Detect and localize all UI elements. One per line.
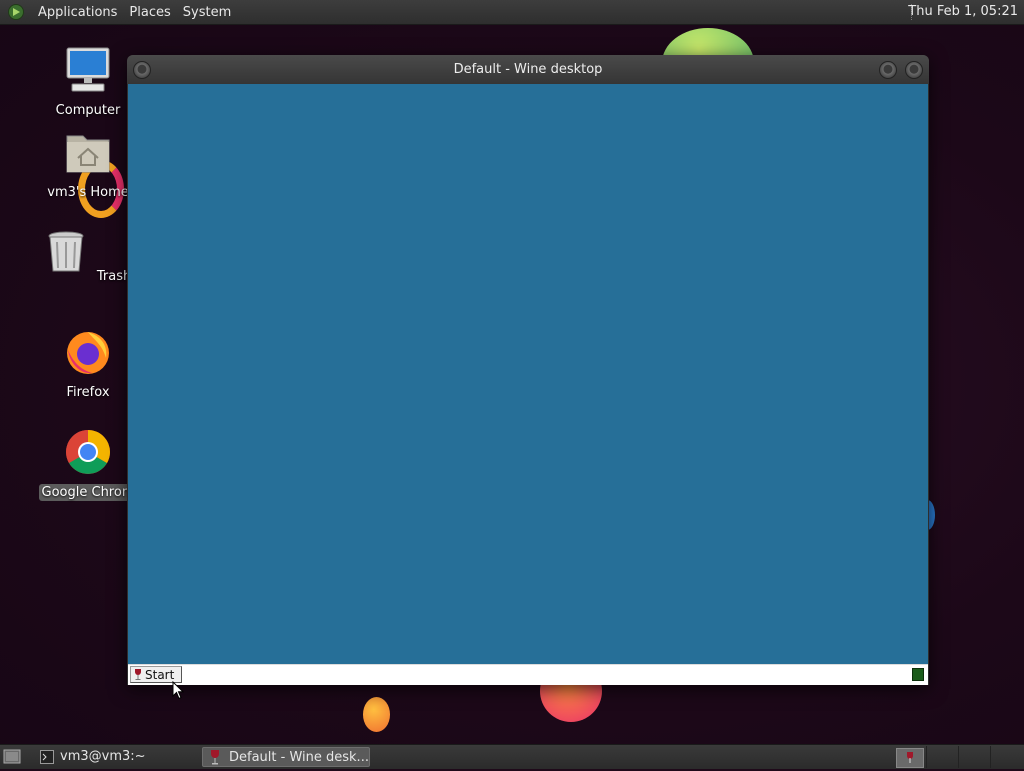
window-menu-button[interactable] [133, 61, 151, 79]
firefox-icon [67, 332, 109, 374]
computer-icon [66, 47, 110, 92]
home-folder-icon [66, 135, 110, 173]
desktop-icon-chrome[interactable]: Google Chrom [38, 428, 138, 501]
desktop-icon-label: Firefox [66, 385, 110, 400]
task-label: vm3@vm3:~ [60, 749, 146, 764]
chrome-icon [66, 430, 110, 474]
start-label: Start [145, 668, 175, 682]
system-menu[interactable]: System [177, 5, 237, 20]
workspace-2[interactable] [958, 746, 991, 768]
wallpaper-blob-orange-small [363, 697, 390, 732]
taskbar-terminal[interactable]: vm3@vm3:~ [34, 747, 194, 767]
desktop-icon-label: vm3's Home [47, 185, 129, 200]
workspace-3[interactable] [990, 746, 1023, 768]
show-desktop-icon[interactable] [3, 748, 21, 766]
mouse-cursor-icon [172, 681, 184, 700]
desktop-icon-computer[interactable]: Computer [38, 46, 138, 119]
mate-logo-icon[interactable] [8, 4, 24, 20]
task-label: Default - Wine desk... [229, 750, 369, 765]
wine-desktop-window: Default - Wine desktop Start [127, 55, 929, 685]
bottom-panel: vm3@vm3:~ Default - Wine desk... [0, 744, 1024, 769]
systray-indicator-icon[interactable] [912, 668, 924, 681]
wine-taskbar: Start [128, 664, 928, 685]
top-panel: Applications Places System Thu Feb 1, 05… [0, 0, 1024, 25]
desktop-icon-label: Google Chrom [38, 484, 138, 501]
window-title: Default - Wine desktop [453, 62, 603, 77]
terminal-icon [40, 750, 54, 764]
applications-menu[interactable]: Applications [32, 5, 123, 20]
workspace-1[interactable] [926, 746, 959, 768]
clock[interactable]: Thu Feb 1, 05:21 [908, 4, 1018, 19]
desktop-icon-trash[interactable]: Trash [38, 228, 138, 285]
maximize-button[interactable] [905, 61, 923, 79]
desktop-icon-home[interactable]: vm3's Home [38, 128, 138, 201]
wine-glass-icon [134, 668, 142, 680]
window-titlebar[interactable]: Default - Wine desktop [127, 55, 929, 84]
wine-icon [211, 750, 219, 765]
taskbar-wine-desktop[interactable]: Default - Wine desk... [202, 747, 370, 767]
minimize-button[interactable] [879, 61, 897, 79]
places-menu[interactable]: Places [123, 5, 176, 20]
wine-desktop-area[interactable] [128, 84, 928, 664]
trash-icon [48, 231, 84, 272]
tray-wine-icon[interactable] [896, 748, 924, 768]
desktop-icon-firefox[interactable]: Firefox [38, 328, 138, 401]
desktop-icon-label: Computer [55, 103, 121, 118]
